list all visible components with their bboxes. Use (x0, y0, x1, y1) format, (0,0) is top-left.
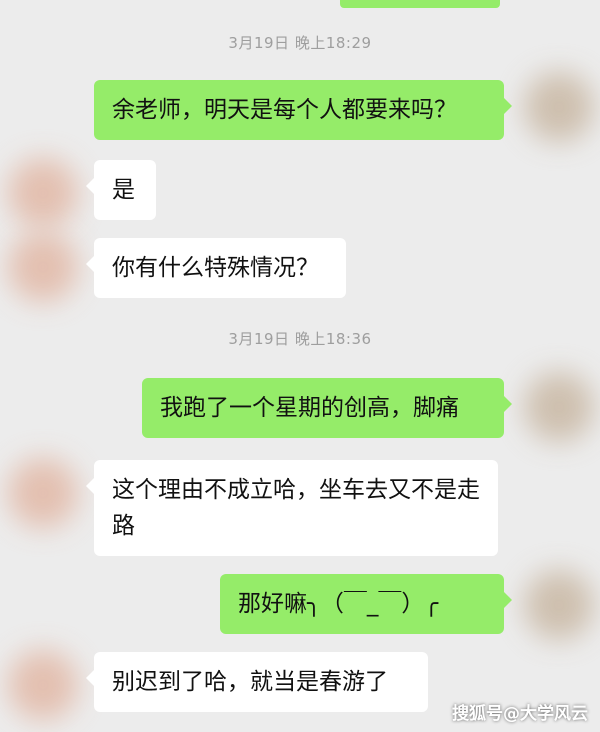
my-avatar[interactable] (524, 570, 594, 640)
message-bubble-incoming[interactable]: 你有什么特殊情况？ (86, 238, 346, 298)
contact-avatar[interactable] (8, 232, 78, 302)
contact-avatar[interactable] (8, 458, 78, 528)
message-bubble-incoming[interactable]: 是 (86, 160, 156, 220)
message-bubble-incoming[interactable]: 别迟到了哈，就当是春游了 (86, 652, 428, 712)
chat-area: 3月19日 晚上18:29 余老师，明天是每个人都要来吗？ 是 你有什么特殊情况… (0, 0, 600, 732)
my-avatar[interactable] (524, 372, 594, 442)
previous-message-edge (340, 0, 500, 8)
message-bubble-outgoing[interactable]: 我跑了一个星期的创高，脚痛 (142, 378, 512, 438)
my-avatar[interactable] (524, 72, 594, 142)
contact-avatar[interactable] (8, 158, 78, 228)
contact-avatar[interactable] (8, 650, 78, 720)
message-bubble-outgoing[interactable]: 那好嘛╮（￣_￣）╭ (220, 574, 512, 634)
watermark: 搜狐号@大学风云 (452, 704, 588, 724)
message-bubble-incoming[interactable]: 这个理由不成立哈，坐车去又不是走路 (86, 460, 498, 556)
message-bubble-outgoing[interactable]: 余老师，明天是每个人都要来吗？ (94, 80, 512, 140)
timestamp: 3月19日 晚上18:29 (228, 34, 372, 52)
timestamp: 3月19日 晚上18:36 (228, 330, 372, 348)
